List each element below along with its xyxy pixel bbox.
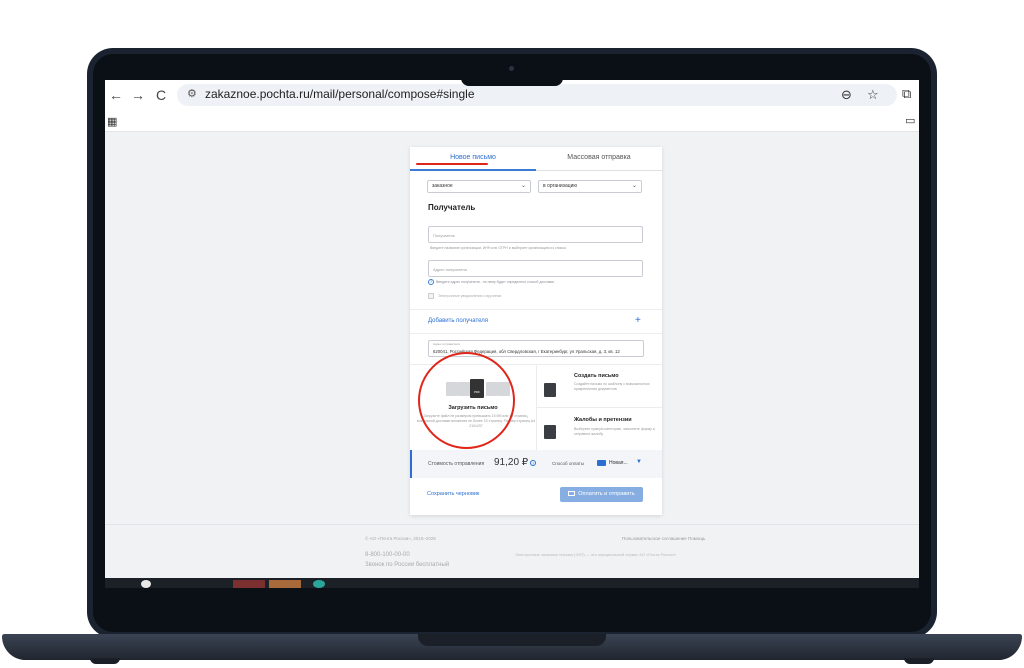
address-bar[interactable]: ⚙ zakaznoe.pochta.ru/mail/personal/compo… [177,84,897,106]
create-letter-icon[interactable] [544,383,556,397]
footer-divider [105,524,919,525]
forward-icon[interactable]: → [129,86,147,104]
recipient-input[interactable]: Получатель [428,226,643,243]
footer-phone-note: Звонок по России бесплатный [365,562,450,568]
footer-description: Электронные заказные письма (ЭЗП) — это … [515,552,676,557]
footer-phone: 8-800-100-00-00 [365,552,410,558]
apps-icon[interactable]: ▦ [107,115,117,128]
taskbar-app-icon[interactable] [141,580,151,588]
zoom-icon[interactable]: ⊖ [841,87,852,103]
camera-icon [509,66,514,71]
divider [410,333,662,334]
extension-icon[interactable]: ⧉ [902,86,911,102]
site-settings-icon[interactable]: ⚙ [187,87,197,100]
create-letter-title[interactable]: Создать письмо [574,373,619,379]
screen: ← → C ⚙ zakaznoe.pochta.ru/mail/personal… [105,80,919,588]
card-icon [597,460,606,466]
annotation-underline [416,163,488,165]
info-icon[interactable]: ? [530,460,536,466]
star-icon[interactable]: ☆ [867,87,879,103]
divider [537,407,662,408]
create-letter-desc: Создайте письмо по шаблону с возможность… [574,382,650,391]
annotation-circle [418,352,515,449]
url-text[interactable]: zakaznoe.pochta.ru/mail/personal/compose… [205,87,475,101]
plus-icon[interactable]: + [635,315,641,326]
email-notice-checkbox[interactable] [428,293,434,299]
page: Новое письмо Массовая отправка заказное … [105,132,919,588]
taskbar-app-icon[interactable] [269,580,301,588]
laptop-foot-left [90,658,120,664]
email-notice-label: Электронные уведомления о вручении [438,294,502,298]
laptop-foot-right [904,658,934,664]
envelope-icon [568,491,576,497]
caret-down-icon[interactable]: ▼ [636,459,642,465]
pay-and-send-label: Оплатить и отправить [578,491,635,497]
laptop-base-notch [418,634,606,646]
bookmarks-bar [105,110,919,132]
taskbar-app-icon[interactable] [313,580,325,588]
add-recipient-link[interactable]: Добавить получателя [428,318,488,324]
chevron-down-icon: ⌄ [520,183,526,189]
payment-method-select[interactable]: Новая... [609,460,628,466]
taskbar [105,578,919,588]
recipient-heading: Получатель [428,203,476,212]
save-draft-link[interactable]: Сохранить черновик [427,491,479,497]
recipient-hint: Введите название организации, ИНН или ОГ… [430,246,566,250]
help-icon: ? [428,279,434,285]
cost-bar: Стоимость отправления 91,20 ₽ ? Способ о… [410,450,662,478]
user-agreement-link[interactable]: Пользовательское соглашение [622,536,687,541]
complaints-desc: Выберите нужную категорию, заполните фор… [574,427,655,436]
reload-icon[interactable]: C [152,86,170,104]
sender-address-label: Адрес отправителя [433,342,460,346]
pay-and-send-button[interactable]: Оплатить и отправить [560,487,643,502]
tab-new-letter[interactable]: Новое письмо [410,147,536,171]
folder-icon[interactable]: ▭ [905,114,915,127]
tab-bulk-send[interactable]: Массовая отправка [536,147,662,171]
chevron-down-icon: ⌄ [631,183,637,189]
back-icon[interactable]: ← [107,86,125,104]
address-hint-text: Введите адрес получателя - по нему будет… [436,279,554,284]
cost-label: Стоимость отправления [428,461,485,467]
compose-card: Новое письмо Массовая отправка заказное … [410,147,662,515]
taskbar-app-icon[interactable] [233,580,265,588]
divider [410,309,662,310]
payment-method-label: Способ оплаты [552,461,585,466]
letter-type-select[interactable]: заказное ⌄ [427,180,531,193]
complaints-title[interactable]: Жалобы и претензии [574,417,632,423]
address-hint: ? Введите адрес получателя - по нему буде… [428,279,554,285]
cost-value: 91,20 ₽ [494,457,529,468]
help-link[interactable]: Помощь [688,536,705,541]
footer-copyright: © АО «Почта России», 2015–2025 [365,536,436,541]
letter-type-value: заказное [432,183,453,189]
recipient-type-select[interactable]: в организацию ⌄ [538,180,642,193]
recipient-address-input[interactable]: Адрес получателя [428,260,643,277]
recipient-type-value: в организацию [543,183,578,189]
gavel-icon[interactable] [544,425,556,439]
